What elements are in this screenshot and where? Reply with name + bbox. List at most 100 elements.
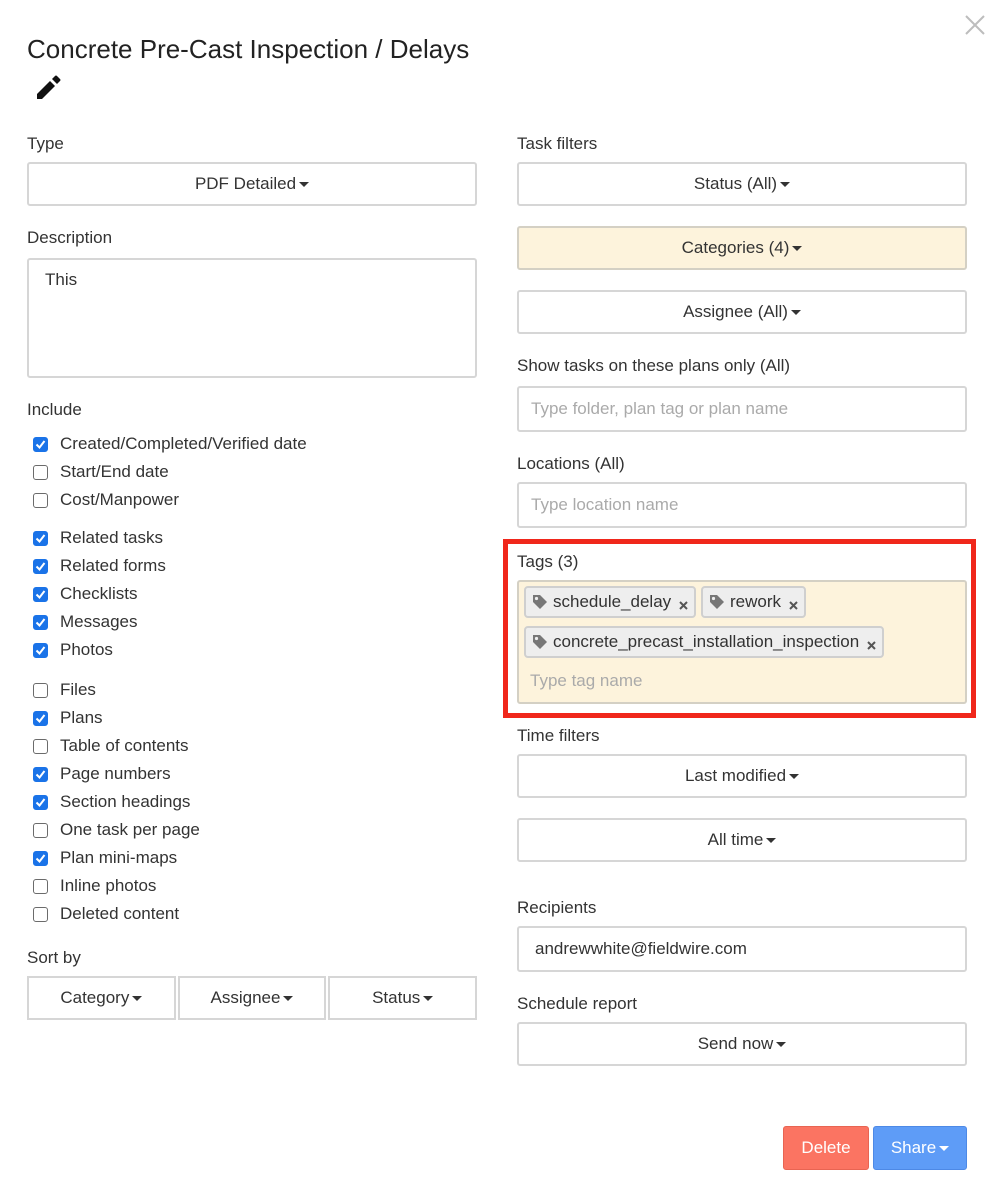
locations-filter-label: Locations (All): [517, 454, 625, 473]
include-item-label: Inline photos: [60, 876, 157, 895]
caret-down-icon: [780, 181, 791, 187]
caret-down-icon: [776, 1041, 787, 1047]
tag-label: schedule_delay: [553, 592, 672, 611]
include-item-label: Deleted content: [60, 904, 180, 923]
type-dropdown[interactable]: PDF Detailed: [27, 162, 477, 206]
task-filters-label: Task filters: [517, 134, 598, 153]
checkbox[interactable]: [33, 682, 48, 698]
tag-chip: schedule_delay: [524, 586, 697, 618]
checkbox[interactable]: [33, 492, 48, 508]
tag-icon: [533, 595, 547, 609]
include-item[interactable]: Inline photos: [33, 876, 156, 896]
time-filters-label: Time filters: [517, 726, 600, 745]
caret-down-icon: [132, 995, 143, 1001]
remove-tag-icon[interactable]: [789, 600, 798, 610]
recipients-input[interactable]: andrewwhite@fieldwire.com: [517, 926, 967, 972]
caret-down-icon: [939, 1145, 950, 1151]
description-textarea[interactable]: This: [27, 258, 477, 378]
caret-down-icon: [423, 995, 434, 1001]
include-item-label: Related forms: [60, 556, 166, 575]
tags-label: Tags (3): [517, 552, 579, 571]
checkbox[interactable]: [33, 906, 48, 922]
share-button-label: Share: [890, 1138, 937, 1157]
sort-by-label: Sort by: [27, 948, 81, 967]
status-filter-dropdown[interactable]: Status (All): [517, 162, 967, 206]
include-item-label: Photos: [60, 640, 113, 659]
checkbox[interactable]: [33, 878, 48, 894]
sort-assignee-button[interactable]: Assignee: [177, 976, 327, 1020]
tag-icon: [533, 635, 547, 649]
checkbox[interactable]: [33, 558, 48, 574]
status-filter-value: Status (All): [693, 174, 778, 193]
include-item[interactable]: Table of contents: [33, 736, 189, 756]
include-label: Include: [27, 400, 82, 419]
sort-category-button[interactable]: Category: [27, 976, 176, 1020]
checkbox[interactable]: [33, 822, 48, 838]
checkbox[interactable]: [33, 530, 48, 546]
include-item[interactable]: Page numbers: [33, 764, 171, 784]
tags-input-placeholder[interactable]: Type tag name: [530, 671, 642, 691]
schedule-report-label: Schedule report: [517, 994, 638, 1013]
include-item-label: Checklists: [60, 584, 138, 603]
caret-down-icon: [299, 181, 310, 187]
include-item[interactable]: One task per page: [33, 820, 200, 840]
close-icon[interactable]: [964, 14, 986, 36]
last-modified-value: Last modified: [684, 766, 787, 785]
checkbox[interactable]: [33, 436, 48, 452]
share-button[interactable]: Share: [873, 1126, 967, 1170]
include-item[interactable]: Related forms: [33, 556, 166, 576]
sort-option-label: Category: [60, 988, 130, 1007]
checkbox[interactable]: [33, 586, 48, 602]
checkbox[interactable]: [33, 464, 48, 480]
checkbox[interactable]: [33, 738, 48, 754]
include-item[interactable]: Files: [33, 680, 96, 700]
checkbox[interactable]: [33, 766, 48, 782]
checkbox[interactable]: [33, 850, 48, 866]
checkbox[interactable]: [33, 794, 48, 810]
sort-status-button[interactable]: Status: [328, 976, 478, 1020]
include-item-label: Cost/Manpower: [60, 490, 180, 509]
tag-label: concrete_precast_installation_inspection: [553, 632, 860, 651]
caret-down-icon: [766, 837, 777, 843]
pencil-icon[interactable]: [34, 74, 62, 102]
include-item-label: Created/Completed/Verified date: [60, 434, 307, 453]
include-item[interactable]: Deleted content: [33, 904, 179, 924]
checkbox[interactable]: [33, 642, 48, 658]
include-item[interactable]: Plans: [33, 708, 103, 728]
include-item-label: Messages: [60, 612, 138, 631]
include-item-label: Start/End date: [60, 462, 169, 481]
include-item[interactable]: Checklists: [33, 584, 137, 604]
categories-filter-dropdown[interactable]: Categories (4): [517, 226, 967, 270]
include-item-label: One task per page: [60, 820, 200, 839]
include-item[interactable]: Section headings: [33, 792, 190, 812]
time-range-value: All time: [707, 830, 764, 849]
time-range-dropdown[interactable]: All time: [517, 818, 967, 862]
tag-label: rework: [730, 592, 782, 611]
checkbox[interactable]: [33, 710, 48, 726]
type-dropdown-value: PDF Detailed: [194, 174, 297, 193]
include-item[interactable]: Related tasks: [33, 528, 163, 548]
locations-filter-input[interactable]: Type location name: [517, 482, 967, 528]
remove-tag-icon[interactable]: [867, 640, 876, 650]
description-label: Description: [27, 228, 113, 247]
checkbox[interactable]: [33, 614, 48, 630]
include-item-label: Plans: [60, 708, 103, 727]
include-item[interactable]: Plan mini-maps: [33, 848, 177, 868]
include-item[interactable]: Cost/Manpower: [33, 490, 179, 510]
plans-filter-input[interactable]: Type folder, plan tag or plan name: [517, 386, 967, 432]
include-item[interactable]: Start/End date: [33, 462, 169, 482]
include-item[interactable]: Created/Completed/Verified date: [33, 434, 307, 454]
last-modified-dropdown[interactable]: Last modified: [517, 754, 967, 798]
assignee-filter-dropdown[interactable]: Assignee (All): [517, 290, 967, 334]
include-item[interactable]: Photos: [33, 640, 113, 660]
include-item-label: Section headings: [60, 792, 191, 811]
caret-down-icon: [283, 995, 294, 1001]
schedule-report-dropdown[interactable]: Send now: [517, 1022, 967, 1066]
include-item-label: Plan mini-maps: [60, 848, 178, 867]
include-item[interactable]: Messages: [33, 612, 137, 632]
categories-filter-value: Categories (4): [681, 238, 790, 257]
schedule-report-value: Send now: [697, 1034, 774, 1053]
type-label: Type: [27, 134, 64, 153]
delete-button[interactable]: Delete: [783, 1126, 869, 1170]
remove-tag-icon[interactable]: [679, 600, 688, 610]
